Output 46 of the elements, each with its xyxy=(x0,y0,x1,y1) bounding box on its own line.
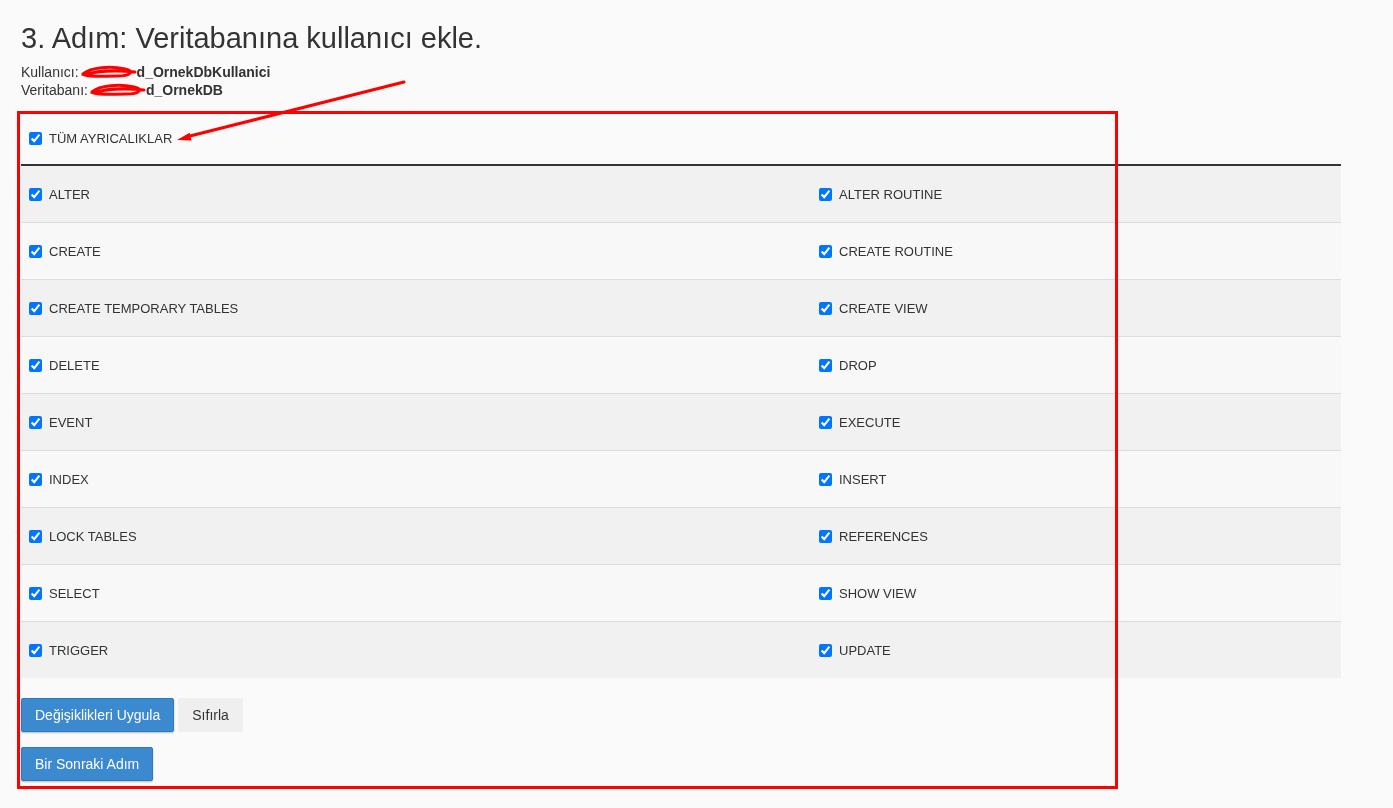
privilege-label: CREATE ROUTINE xyxy=(839,243,953,259)
privilege-label: UPDATE xyxy=(839,642,891,658)
checkbox[interactable] xyxy=(29,301,42,315)
checkbox[interactable] xyxy=(29,244,42,258)
privilege-label: EXECUTE xyxy=(839,414,901,430)
checkbox[interactable] xyxy=(819,244,832,258)
privilege-label: LOCK TABLES xyxy=(49,528,137,544)
checkbox[interactable] xyxy=(819,187,832,201)
privilege-label: ALTER xyxy=(49,186,90,202)
privilege-label: SHOW VIEW xyxy=(839,585,917,601)
detail-value: d_OrnekDB xyxy=(145,82,223,98)
privilege-label: TÜM AYRICALIKLAR xyxy=(49,130,173,146)
checkbox[interactable] xyxy=(819,472,832,486)
next-step-button[interactable]: Bir Sonraki Adım xyxy=(21,747,154,781)
checkbox[interactable] xyxy=(29,415,42,429)
reset-button[interactable]: Sıfırla xyxy=(178,698,243,732)
apply-button[interactable]: Değişiklikleri Uygula xyxy=(21,698,175,732)
detail-label: Kullanıcı: xyxy=(21,64,79,80)
privilege-label: DELETE xyxy=(49,357,100,373)
checkbox[interactable] xyxy=(819,358,832,372)
checkbox[interactable] xyxy=(819,301,832,315)
checkbox[interactable] xyxy=(819,415,832,429)
privilege-label: INDEX xyxy=(49,471,89,487)
checkbox[interactable] xyxy=(819,529,832,543)
privilege-label: DROP xyxy=(839,357,877,373)
privilege-label: INSERT xyxy=(839,471,887,487)
privilege-label: EVENT xyxy=(49,414,93,430)
checkbox[interactable] xyxy=(29,131,42,145)
checkbox[interactable] xyxy=(29,529,42,543)
checkbox[interactable] xyxy=(29,358,42,372)
detail-value: d_OrnekDbKullanici xyxy=(136,64,271,80)
checkbox[interactable] xyxy=(29,643,42,657)
privilege-label: REFERENCES xyxy=(839,528,928,544)
checkbox[interactable] xyxy=(29,187,42,201)
detail-label: Veritabanı: xyxy=(21,82,88,98)
privilege-label: CREATE xyxy=(49,243,101,259)
privilege-label: ALTER ROUTINE xyxy=(839,186,943,202)
privilege-label: CREATE VIEW xyxy=(839,300,928,316)
checkbox[interactable] xyxy=(819,643,832,657)
privilege-label: CREATE TEMPORARY TABLES xyxy=(49,300,239,316)
page-heading: 3. Adım: Veritabanına kullanıcı ekle. xyxy=(21,21,484,56)
privilege-label: SELECT xyxy=(49,585,100,601)
checkbox[interactable] xyxy=(29,472,42,486)
privilege-label: TRIGGER xyxy=(49,642,109,658)
checkbox[interactable] xyxy=(819,586,832,600)
checkbox[interactable] xyxy=(29,586,42,600)
